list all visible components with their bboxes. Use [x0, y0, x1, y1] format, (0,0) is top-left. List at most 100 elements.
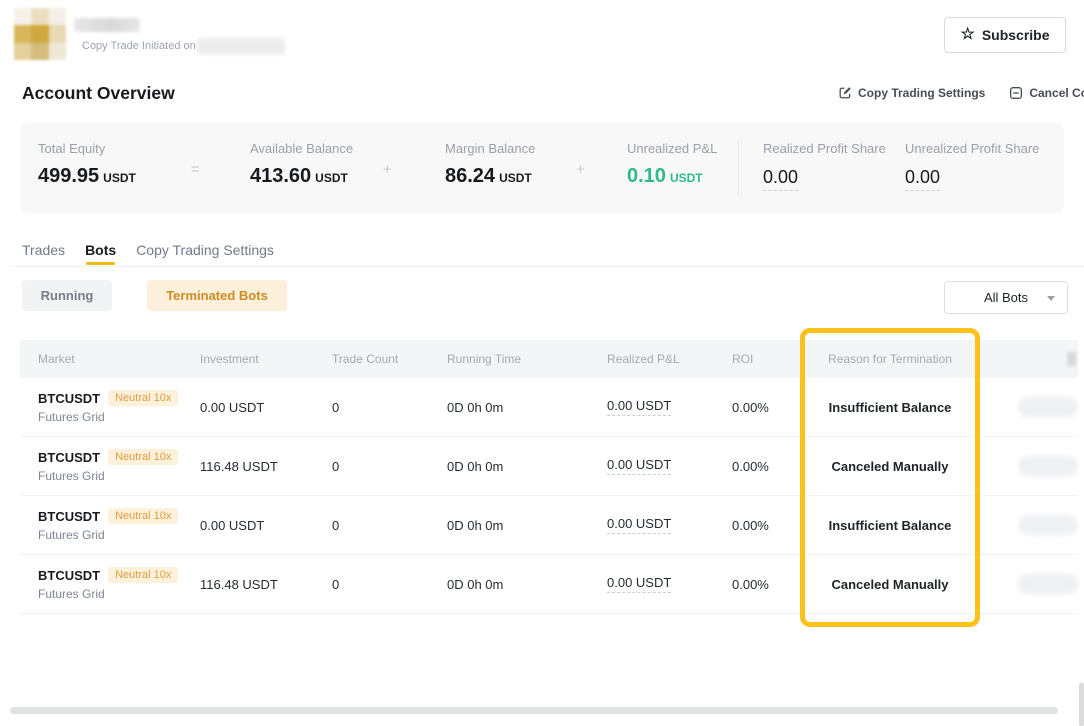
running-time-cell: 0D 0h 0m: [447, 459, 607, 474]
col-reason: Reason for Termination: [800, 352, 980, 366]
realized-pnl-cell: 0.00 USDT: [607, 457, 732, 475]
avatar-pixel: [14, 8, 31, 25]
equals-operator: =: [191, 161, 200, 178]
col-action-blurred: [1067, 352, 1076, 366]
copy-trade-initiated-label: Copy Trade Initiated on: [82, 40, 196, 52]
action-cell: [980, 456, 1078, 476]
col-realized-pnl: Realized P&L: [607, 352, 732, 366]
roi-cell: 0.00%: [732, 459, 800, 474]
leverage-badge: Neutral 10x: [108, 567, 178, 583]
col-trade-count: Trade Count: [332, 352, 447, 366]
all-bots-dropdown[interactable]: All Bots: [944, 281, 1068, 314]
avatar-pixel: [31, 25, 48, 42]
subscribe-label: Subscribe: [982, 27, 1050, 43]
termination-reason-cell: Canceled Manually: [800, 459, 980, 474]
subscribe-button[interactable]: ☆ Subscribe: [944, 17, 1066, 53]
table-row: BTCUSDT Neutral 10x Futures Grid 0.00 US…: [20, 496, 1078, 555]
total-equity-value: 499.95USDT: [38, 165, 136, 188]
available-balance-value: 413.60USDT: [250, 165, 353, 188]
initiated-date-blurred: [197, 38, 285, 54]
copy-trading-settings-action[interactable]: Copy Trading Settings: [838, 86, 985, 100]
stats-divider: [738, 141, 739, 195]
trader-name-blurred: [74, 18, 140, 32]
table-row: BTCUSDT Neutral 10x Futures Grid 116.48 …: [20, 555, 1078, 614]
trade-count-cell: 0: [332, 459, 447, 474]
running-time-cell: 0D 0h 0m: [447, 518, 607, 533]
col-roi: ROI: [732, 352, 800, 366]
vertical-scrollbar[interactable]: [1079, 683, 1084, 726]
overview-actions: Copy Trading Settings Cancel Copy: [838, 86, 1084, 100]
tabs-separator: [10, 266, 1084, 267]
leverage-badge: Neutral 10x: [108, 508, 178, 524]
running-filter-button[interactable]: Running: [22, 280, 112, 311]
copy-trading-settings-label: Copy Trading Settings: [858, 86, 985, 100]
stat-margin-balance: Margin Balance 86.24USDT: [445, 141, 535, 188]
realized-pnl-cell: 0.00 USDT: [607, 575, 732, 593]
edit-square-icon: [838, 86, 852, 100]
main-tabs: Trades Bots Copy Trading Settings: [22, 242, 274, 258]
col-investment: Investment: [200, 352, 332, 366]
avatar-pixel: [49, 8, 66, 25]
running-label: Running: [41, 288, 94, 303]
investment-cell: 0.00 USDT: [200, 400, 332, 415]
realized-profit-share-value: 0.00: [763, 167, 886, 191]
cancel-copy-action[interactable]: Cancel Copy: [1009, 86, 1084, 100]
realized-pnl-cell: 0.00 USDT: [607, 398, 732, 416]
all-bots-value: All Bots: [984, 290, 1028, 305]
cancel-copy-label: Cancel Copy: [1029, 86, 1084, 100]
minus-square-icon: [1009, 86, 1023, 100]
copy-trading-detail-page: Copy Trade Initiated on ☆ Subscribe Acco…: [0, 0, 1084, 726]
trader-avatar: [14, 8, 66, 60]
account-stats-bar: Total Equity 499.95USDT = Available Bala…: [20, 123, 1064, 213]
table-header: Market Investment Trade Count Running Ti…: [20, 340, 1078, 378]
running-time-cell: 0D 0h 0m: [447, 577, 607, 592]
avatar-pixel: [31, 8, 48, 25]
tab-copy-trading-settings[interactable]: Copy Trading Settings: [136, 242, 274, 258]
unrealized-profit-share-value: 0.00: [905, 167, 1039, 191]
horizontal-scrollbar[interactable]: [10, 707, 1058, 714]
stat-unrealized-profit-share: Unrealized Profit Share 0.00: [905, 141, 1039, 191]
market-cell: BTCUSDT Neutral 10x Futures Grid: [38, 508, 200, 542]
termination-reason-cell: Canceled Manually: [800, 577, 980, 592]
trade-count-cell: 0: [332, 400, 447, 415]
tab-trades[interactable]: Trades: [22, 242, 65, 258]
margin-balance-value: 86.24USDT: [445, 165, 535, 188]
terminated-bots-filter-button[interactable]: Terminated Bots: [147, 280, 287, 311]
action-cell: [980, 515, 1078, 535]
bots-table-body: BTCUSDT Neutral 10x Futures Grid 0.00 US…: [20, 378, 1078, 614]
investment-cell: 116.48 USDT: [200, 459, 332, 474]
row-action-blurred[interactable]: [1018, 397, 1078, 417]
roi-cell: 0.00%: [732, 400, 800, 415]
trade-count-cell: 0: [332, 518, 447, 533]
caret-down-icon: [1047, 296, 1055, 301]
row-action-blurred[interactable]: [1018, 515, 1078, 535]
investment-cell: 116.48 USDT: [200, 577, 332, 592]
bot-type: Futures Grid: [38, 528, 200, 542]
action-cell: [980, 397, 1078, 417]
market-cell: BTCUSDT Neutral 10x Futures Grid: [38, 567, 200, 601]
col-market: Market: [38, 352, 200, 366]
terminated-bots-label: Terminated Bots: [166, 288, 268, 303]
running-time-cell: 0D 0h 0m: [447, 400, 607, 415]
trade-count-cell: 0: [332, 577, 447, 592]
pair-symbol: BTCUSDT: [38, 391, 100, 406]
avatar-pixel: [49, 43, 66, 60]
avatar-pixel: [14, 25, 31, 42]
unrealized-pnl-value: 0.10USDT: [627, 165, 717, 188]
market-cell: BTCUSDT Neutral 10x Futures Grid: [38, 390, 200, 424]
row-action-blurred[interactable]: [1018, 456, 1078, 476]
row-action-blurred[interactable]: [1018, 574, 1078, 594]
termination-reason-cell: Insufficient Balance: [800, 518, 980, 533]
page-title: Account Overview: [22, 83, 175, 104]
bot-type: Futures Grid: [38, 410, 200, 424]
bot-type: Futures Grid: [38, 469, 200, 483]
market-cell: BTCUSDT Neutral 10x Futures Grid: [38, 449, 200, 483]
avatar-pixel: [49, 25, 66, 42]
col-running-time: Running Time: [447, 352, 607, 366]
plus-operator: +: [576, 161, 585, 178]
avatar-pixel: [14, 43, 31, 60]
pair-symbol: BTCUSDT: [38, 568, 100, 583]
tab-bots[interactable]: Bots: [85, 242, 116, 258]
bot-type: Futures Grid: [38, 587, 200, 601]
avatar-pixel: [31, 43, 48, 60]
